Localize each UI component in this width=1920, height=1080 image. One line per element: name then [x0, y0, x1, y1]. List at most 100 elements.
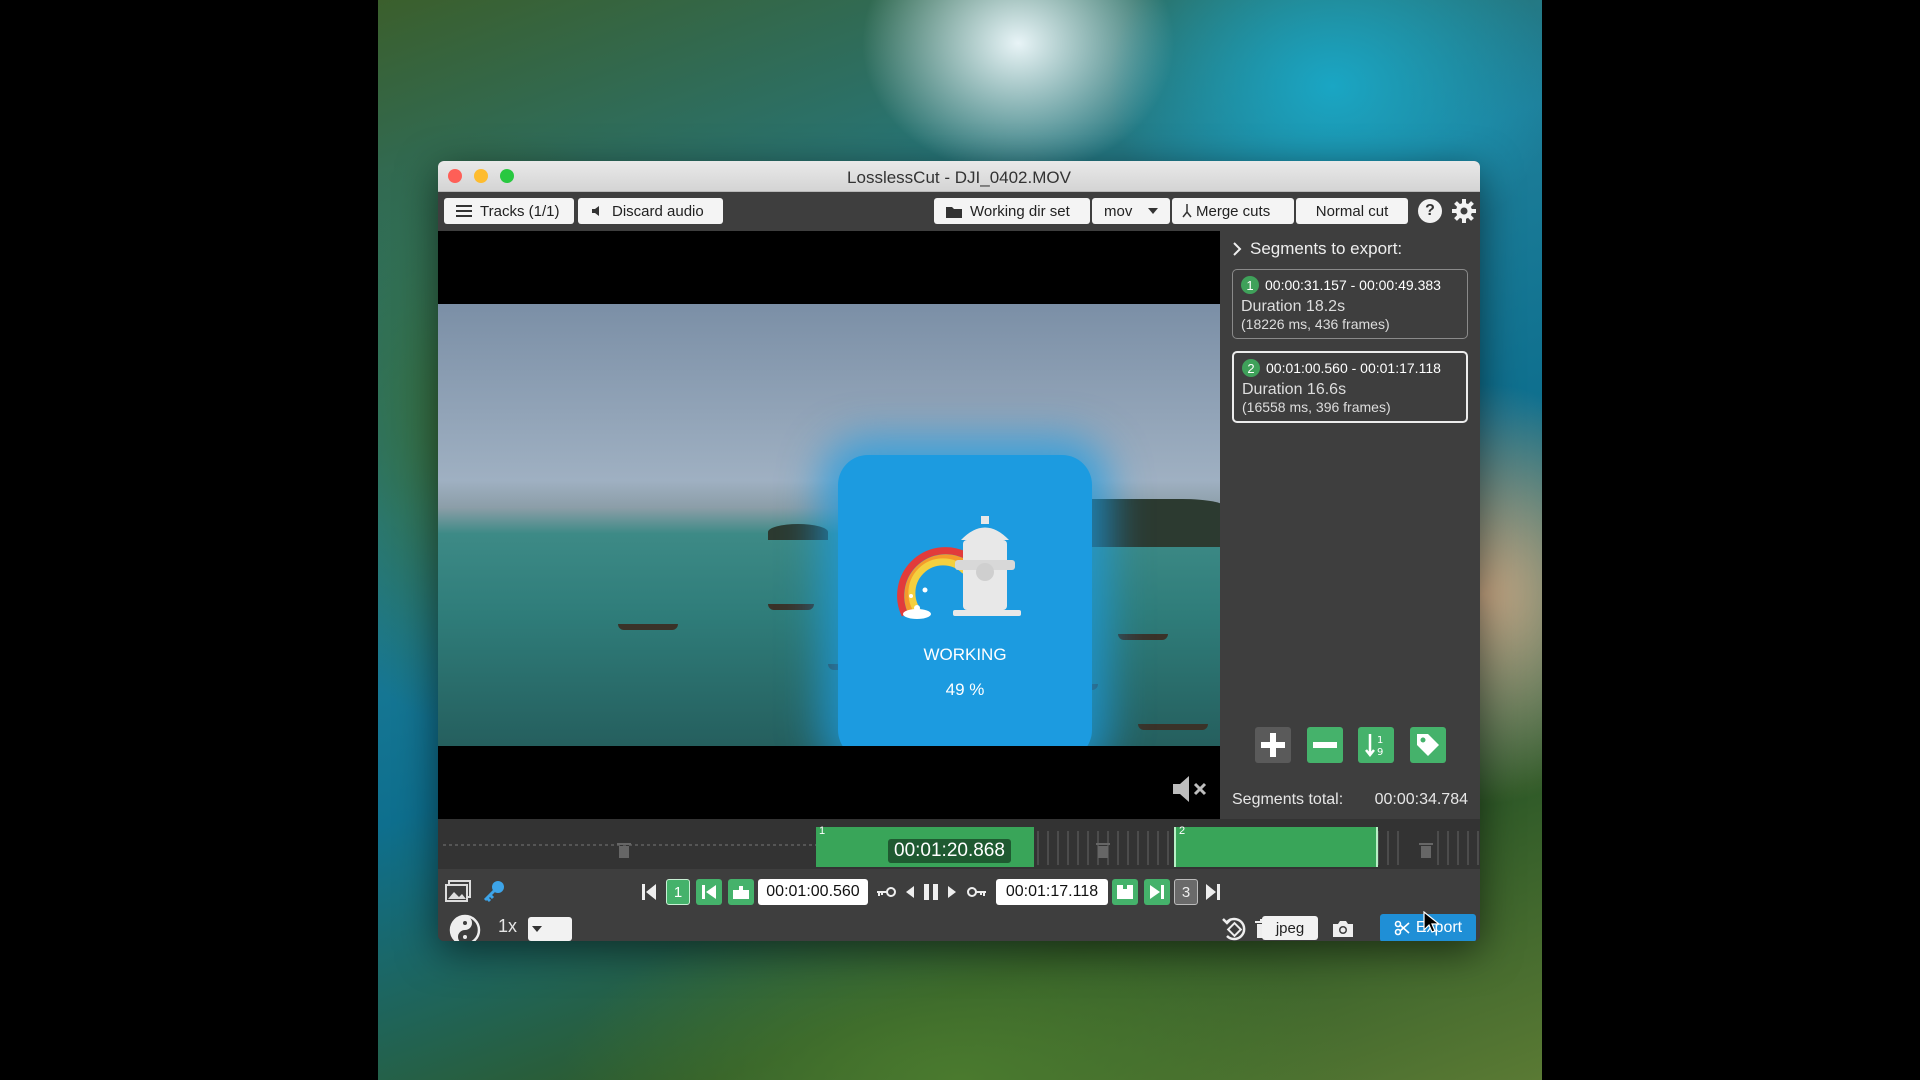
scissors-icon — [1394, 920, 1410, 936]
merge-cuts-button[interactable]: Merge cuts — [1172, 198, 1294, 224]
title-bar: LosslessCut - DJI_0402.MOV — [438, 161, 1480, 192]
top-toolbar: Tracks (1/1) Discard audio Working dir s… — [438, 192, 1480, 230]
playback-rate-label: 1x — [498, 916, 518, 936]
segment-end-num: 3 — [1181, 883, 1191, 901]
caret-left-icon — [906, 886, 914, 898]
working-percent: 49 % — [945, 680, 985, 699]
capture-frame-button[interactable] — [1328, 915, 1358, 941]
prev-keyframe-button[interactable] — [874, 879, 898, 905]
segment-card-1[interactable]: 1 00:00:31.157 - 00:00:49.383 Duration 1… — [1232, 269, 1468, 339]
next-frame-button[interactable] — [944, 879, 960, 905]
discard-audio-button[interactable]: Discard audio — [578, 198, 723, 224]
app-window: LosslessCut - DJI_0402.MOV Tracks (1/1) … — [438, 161, 1480, 941]
set-cut-end-button[interactable] — [1112, 879, 1138, 905]
boat-shape — [768, 604, 814, 610]
merge-cuts-label: Merge cuts — [1196, 202, 1271, 220]
chevron-down-icon — [532, 926, 542, 932]
settings-button[interactable] — [1450, 197, 1478, 230]
segment-start-num: 1 — [673, 883, 683, 901]
cut-mode-button[interactable]: Normal cut — [1296, 198, 1408, 224]
segments-header-label: Segments to export: — [1250, 239, 1403, 258]
chevron-right-icon — [1233, 242, 1242, 256]
segments-total: Segments total: 00:00:34.784 — [1232, 791, 1468, 809]
segment-start-indicator[interactable]: 1 — [666, 879, 690, 905]
skip-forward-icon — [1206, 884, 1220, 900]
svg-text:9: 9 — [1377, 747, 1383, 758]
chevron-down-icon — [1148, 208, 1158, 214]
boat-shape — [1138, 724, 1208, 730]
minus-icon — [1313, 742, 1337, 748]
capture-format-select[interactable]: jpeg — [1262, 916, 1318, 940]
mute-button[interactable] — [1170, 774, 1210, 809]
help-icon: ? — [1425, 202, 1435, 219]
jump-start-button[interactable] — [638, 879, 660, 905]
segments-total-label: Segments total: — [1232, 791, 1344, 808]
help-button[interactable]: ? — [1418, 199, 1442, 223]
add-segment-button[interactable] — [1255, 727, 1291, 763]
timeline-segment-2[interactable]: 2 — [1174, 825, 1378, 867]
segments-header[interactable]: Segments to export: — [1232, 239, 1402, 259]
timeline-mode-button[interactable] — [448, 913, 482, 941]
skip-back-icon — [642, 884, 656, 900]
merge-icon — [1182, 204, 1192, 218]
segment-card-2[interactable]: 2 00:01:00.560 - 00:01:17.118 Duration 1… — [1232, 351, 1468, 423]
gear-icon — [1452, 199, 1476, 223]
boat-shape — [1118, 634, 1168, 640]
jump-to-end-icon — [1150, 885, 1164, 899]
list-icon — [456, 205, 472, 217]
cut-start-time-input[interactable]: 00:01:00.560 — [758, 879, 868, 905]
cut-end-time-input[interactable]: 00:01:17.118 — [996, 879, 1108, 905]
reorder-segments-button[interactable]: 19 — [1358, 727, 1394, 763]
tag-icon — [1417, 734, 1439, 756]
segment-end-indicator[interactable]: 3 — [1174, 879, 1198, 905]
capture-format-value: jpeg — [1275, 919, 1305, 937]
working-dir-label: Working dir set — [970, 202, 1070, 220]
playback-rate-select[interactable] — [528, 917, 572, 941]
format-select[interactable]: mov — [1092, 198, 1170, 224]
segment-number: 2 — [1242, 359, 1260, 377]
yin-yang-icon — [449, 914, 481, 941]
jump-to-start-icon — [702, 885, 716, 899]
video-player[interactable]: WORKING 49 % — [438, 231, 1220, 819]
key-left-icon — [877, 887, 896, 897]
keyframes-button[interactable] — [480, 877, 508, 905]
prev-frame-button[interactable] — [902, 879, 918, 905]
format-value: mov — [1104, 202, 1133, 220]
working-dir-button[interactable]: Working dir set — [934, 198, 1090, 224]
thumbnails-button[interactable] — [444, 877, 472, 905]
tag-segment-button[interactable] — [1410, 727, 1446, 763]
current-time-display: 00:01:20.868 — [888, 839, 1011, 863]
hand-pointer-icon — [1117, 885, 1133, 899]
boat-shape — [618, 624, 678, 630]
segment-duration: Duration 16.6s — [1242, 381, 1347, 398]
images-icon — [445, 880, 471, 902]
controls-bar: 1 00:01:00.560 00:01:17.118 3 1x jpeg Ex… — [438, 869, 1480, 941]
tracks-button[interactable]: Tracks (1/1) — [444, 198, 574, 224]
fire-hydrant-icon — [897, 516, 1021, 619]
trash-icon[interactable] — [1418, 841, 1434, 859]
working-label: WORKING — [923, 645, 1007, 664]
trash-icon[interactable] — [616, 841, 632, 859]
segments-total-value: 00:00:34.784 — [1374, 791, 1468, 808]
cut-end-time: 00:01:17.118 — [1005, 883, 1099, 900]
segment-range: 00:01:00.560 - 00:01:17.118 — [1266, 360, 1441, 376]
tracks-label: Tracks (1/1) — [480, 202, 560, 220]
jump-cut-end-button[interactable] — [1144, 879, 1170, 905]
segment-detail: (16558 ms, 396 frames) — [1242, 399, 1391, 415]
timeline[interactable]: 1 2 00:01:20.868 — [438, 819, 1480, 869]
speaker-muted-icon — [1173, 776, 1207, 802]
camera-icon — [1333, 921, 1353, 937]
rotate-button[interactable] — [1220, 915, 1250, 941]
jump-end-button[interactable] — [1202, 879, 1224, 905]
timeline-segment-label: 1 — [819, 825, 826, 837]
window-title: LosslessCut - DJI_0402.MOV — [847, 168, 1071, 187]
next-keyframe-button[interactable] — [964, 879, 990, 905]
trash-icon[interactable] — [1095, 841, 1111, 859]
jump-cut-start-button[interactable] — [696, 879, 722, 905]
remove-segment-button[interactable] — [1307, 727, 1343, 763]
svg-text:1: 1 — [1377, 735, 1383, 746]
working-overlay: WORKING 49 % — [838, 455, 1092, 746]
set-cut-start-button[interactable] — [728, 879, 754, 905]
cut-start-time: 00:01:00.560 — [766, 883, 860, 900]
pause-button[interactable] — [920, 879, 942, 905]
